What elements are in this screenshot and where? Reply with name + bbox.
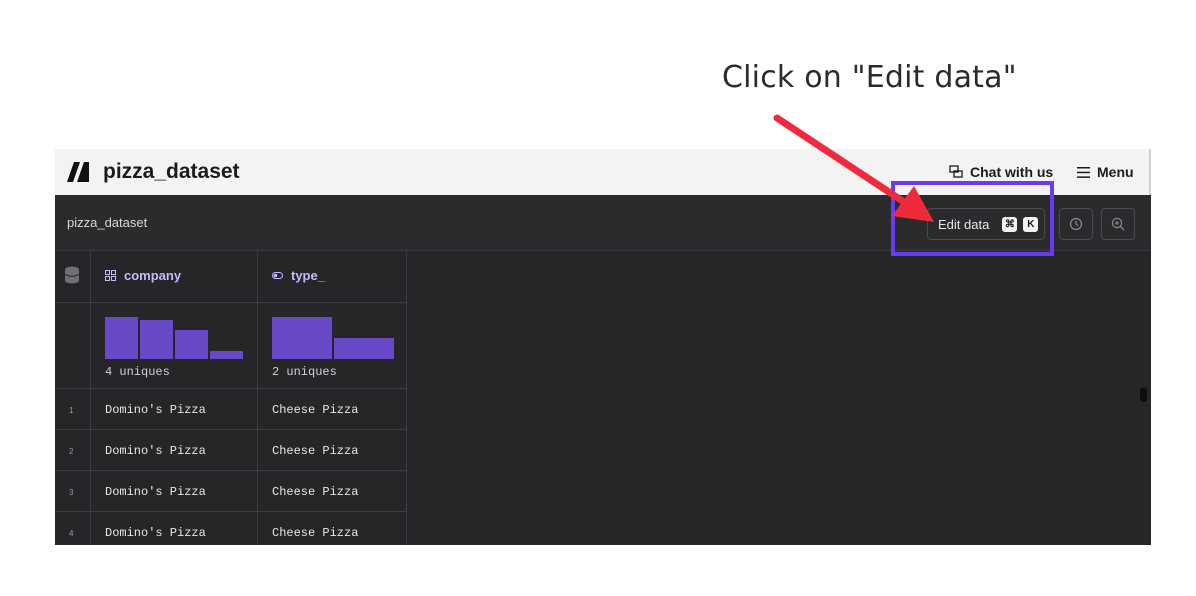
table-cell-company[interactable]: Domino's Pizza	[91, 389, 258, 430]
table-cell-type[interactable]: Cheese Pizza	[258, 389, 407, 430]
database-icon	[64, 266, 80, 284]
cell-value: Domino's Pizza	[105, 444, 206, 458]
cell-value: Cheese Pizza	[272, 444, 359, 458]
chat-with-us-button[interactable]: Chat with us	[949, 164, 1053, 180]
cell-value: Cheese Pizza	[272, 526, 359, 540]
table-cell-company[interactable]: Domino's Pizza	[91, 430, 258, 471]
table-cell-type[interactable]: Cheese Pizza	[258, 512, 407, 545]
summary-cell-company: 4 uniques	[91, 303, 258, 389]
row-number: 4	[69, 529, 74, 538]
breadcrumb: pizza_dataset	[67, 215, 148, 230]
command-key-icon: ⌘	[1002, 216, 1018, 232]
row-number: 3	[69, 488, 74, 497]
instruction-caption: Click on "Edit data"	[722, 60, 1017, 95]
column-name-company: company	[124, 268, 182, 283]
row-index-cell: 4	[55, 512, 91, 545]
k-key-badge: K	[1023, 216, 1039, 232]
table-cell-company[interactable]: Domino's Pizza	[91, 471, 258, 512]
toggle-icon	[272, 272, 283, 279]
ai-logo-icon	[67, 162, 89, 182]
column-header-type[interactable]: type_	[258, 251, 407, 303]
summary-index-cell	[55, 303, 91, 389]
clock-icon	[1069, 217, 1083, 231]
edit-data-button[interactable]: Edit data ⌘ K	[927, 208, 1045, 240]
row-index-cell: 3	[55, 471, 91, 512]
histogram-company[interactable]	[105, 317, 243, 359]
column-name-type: type_	[291, 268, 325, 283]
search-zoom-button[interactable]	[1101, 208, 1135, 240]
histogram-bar[interactable]	[272, 317, 332, 359]
row-index-cell: 1	[55, 389, 91, 430]
uniques-count-type: 2 uniques	[272, 365, 337, 379]
row-number: 1	[69, 406, 74, 415]
dataset-toolbar: pizza_dataset Edit data ⌘ K	[55, 195, 1151, 251]
chat-label: Chat with us	[970, 164, 1054, 180]
row-index-cell: 2	[55, 430, 91, 471]
table-cell-type[interactable]: Cheese Pizza	[258, 430, 407, 471]
cell-value: Cheese Pizza	[272, 485, 359, 499]
cell-value: Cheese Pizza	[272, 403, 359, 417]
menu-label: Menu	[1097, 164, 1134, 180]
index-column-header	[55, 251, 91, 303]
histogram-type[interactable]	[272, 317, 394, 359]
histogram-bar[interactable]	[210, 351, 243, 359]
categorical-icon	[105, 270, 116, 281]
histogram-bar[interactable]	[175, 330, 208, 359]
histogram-bar[interactable]	[105, 317, 138, 359]
histogram-bar[interactable]	[334, 338, 394, 359]
edit-data-label: Edit data	[938, 216, 990, 232]
menu-button[interactable]: Menu	[1077, 164, 1134, 180]
app-window: pizza_dataset Chat with us Menu pizza_da…	[55, 149, 1151, 545]
histogram-bar[interactable]	[140, 320, 173, 359]
cell-value: Domino's Pizza	[105, 485, 206, 499]
cell-value: Domino's Pizza	[105, 403, 206, 417]
table-cell-type[interactable]: Cheese Pizza	[258, 471, 407, 512]
summary-cell-type: 2 uniques	[258, 303, 407, 389]
uniques-count-company: 4 uniques	[105, 365, 170, 379]
column-header-company[interactable]: company	[91, 251, 258, 303]
vertical-scrollbar-thumb[interactable]	[1140, 388, 1147, 402]
cell-value: Domino's Pizza	[105, 526, 206, 540]
hamburger-icon	[1077, 166, 1090, 178]
top-navigation-bar: pizza_dataset Chat with us Menu	[55, 149, 1151, 195]
chat-bubbles-icon	[949, 165, 963, 178]
history-button[interactable]	[1059, 208, 1093, 240]
row-number: 2	[69, 447, 74, 456]
zoom-search-icon	[1111, 217, 1125, 231]
table-cell-company[interactable]: Domino's Pizza	[91, 512, 258, 545]
app-title: pizza_dataset	[103, 160, 240, 183]
